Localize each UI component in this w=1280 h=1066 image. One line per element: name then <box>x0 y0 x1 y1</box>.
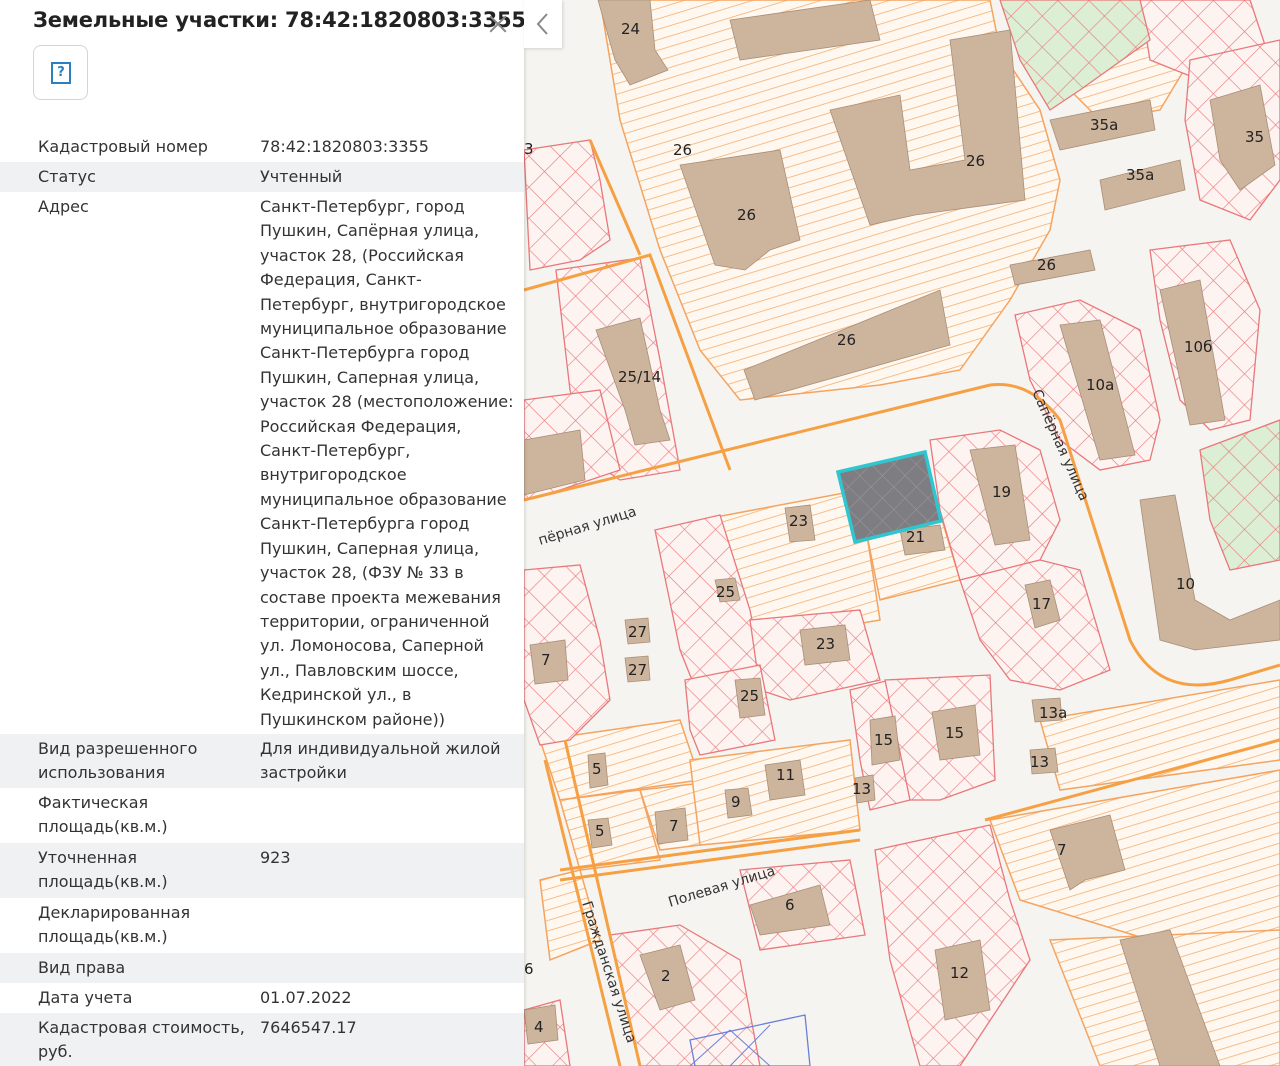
attribute-key: Статус <box>38 167 96 186</box>
house-number: 35а <box>1126 166 1154 184</box>
house-number: 6 <box>524 960 534 978</box>
house-number: 23 <box>816 635 835 653</box>
attribute-row-permitted-use: Вид разрешенного использования Для индив… <box>0 734 524 788</box>
house-number: 27 <box>628 623 647 641</box>
house-number: 10а <box>1086 376 1114 394</box>
house-number: 13 <box>1030 753 1049 771</box>
house-number: 15 <box>874 731 893 749</box>
help-button[interactable]: ? <box>33 45 88 100</box>
attribute-value: 78:42:1820803:3355 <box>260 137 429 156</box>
attribute-key: Фактическая площадь(кв.м.) <box>38 793 168 837</box>
attribute-key: Кадастровая стоимость, руб. <box>38 1018 245 1062</box>
house-number: 7 <box>541 651 551 669</box>
attribute-key: Адрес <box>38 197 89 216</box>
attribute-key: Вид права <box>38 958 126 977</box>
attribute-key: Вид разрешенного использования <box>38 739 198 783</box>
attribute-key: Кадастровый номер <box>38 137 208 156</box>
house-number: 4 <box>534 1018 544 1036</box>
house-number: 26 <box>966 152 985 170</box>
help-glyph: ? <box>57 65 65 80</box>
house-number: 24 <box>621 20 640 38</box>
help-icon: ? <box>51 62 71 84</box>
house-number: 10б <box>1184 338 1212 356</box>
house-number: 17 <box>1032 595 1051 613</box>
house-number: 26 <box>737 206 756 224</box>
house-number: 5 <box>595 822 605 840</box>
attribute-value: Для индивидуальной жилой застройки <box>260 739 501 783</box>
attribute-row-cadastral-number: Кадастровый номер 78:42:1820803:3355 <box>0 132 524 162</box>
attribute-row-declared-area: Декларированная площадь(кв.м.) <box>0 898 524 953</box>
collapse-panel-button[interactable] <box>524 0 562 48</box>
house-number: 19 <box>992 483 1011 501</box>
info-panel: Земельные участки: 78:42:1820803:3355 ? … <box>0 0 524 1066</box>
house-number: 25/14 <box>618 368 661 386</box>
house-number: 25 <box>716 583 735 601</box>
panel-title: Земельные участки: 78:42:1820803:3355 <box>33 8 524 32</box>
house-number: 35 <box>1245 128 1264 146</box>
close-icon[interactable] <box>486 12 510 36</box>
house-number: 15 <box>945 724 964 742</box>
house-number: 35а <box>1090 116 1118 134</box>
attribute-key: Уточненная площадь(кв.м.) <box>38 848 168 892</box>
attribute-key: Декларированная площадь(кв.м.) <box>38 903 191 947</box>
house-number: 21 <box>906 528 925 546</box>
house-number: 2 <box>661 967 671 985</box>
house-number: 25 <box>740 687 759 705</box>
house-number: 26 <box>837 331 856 349</box>
attribute-value: 7646547.17 <box>260 1018 357 1037</box>
attribute-value: Учтенный <box>260 167 343 186</box>
attribute-row-status: Статус Учтенный <box>0 162 524 192</box>
house-number: 13 <box>852 780 871 798</box>
attribute-value: 01.07.2022 <box>260 988 352 1007</box>
house-number: 26 <box>673 141 692 159</box>
house-number: 11 <box>776 766 795 784</box>
house-number: 10 <box>1176 575 1195 593</box>
attribute-row-cadastral-value: Кадастровая стоимость, руб. 7646547.17 <box>0 1013 524 1066</box>
attribute-row-actual-area: Фактическая площадь(кв.м.) <box>0 788 524 843</box>
house-number: 7 <box>669 817 679 835</box>
attribute-key: Дата учета <box>38 988 133 1007</box>
attribute-row-specified-area: Уточненная площадь(кв.м.) 923 <box>0 843 524 898</box>
house-number: 12 <box>950 964 969 982</box>
house-number: 7 <box>1057 841 1067 859</box>
house-number: 27 <box>628 661 647 679</box>
attribute-row-registration-date: Дата учета 01.07.2022 <box>0 983 524 1013</box>
attribute-row-address: Адрес Санкт-Петербург, город Пушкин, Сап… <box>0 192 524 734</box>
attribute-value: 923 <box>260 848 291 867</box>
house-number: 9 <box>731 793 741 811</box>
house-number: 23 <box>789 512 808 530</box>
attribute-value: Санкт-Петербург, город Пушкин, Сапёрная … <box>260 197 514 729</box>
house-number: 26 <box>1037 256 1056 274</box>
chevron-left-icon <box>536 13 548 35</box>
house-number: 5 <box>592 760 602 778</box>
attribute-row-right-type: Вид права <box>0 953 524 983</box>
house-number: 6 <box>785 896 795 914</box>
house-number: 13а <box>1039 704 1067 722</box>
house-number: 3 <box>524 140 534 158</box>
